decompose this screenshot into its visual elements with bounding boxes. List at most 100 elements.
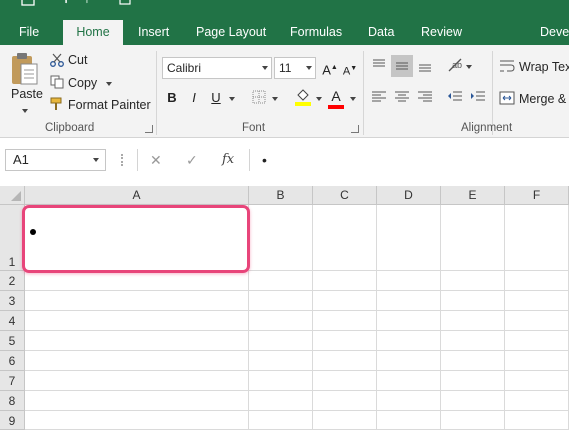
cell[interactable] (25, 391, 249, 411)
cell[interactable] (505, 331, 569, 351)
paste-button[interactable]: Paste (11, 87, 43, 101)
clipboard-launcher-icon[interactable] (145, 125, 153, 133)
cell[interactable] (377, 271, 441, 291)
cell[interactable] (505, 311, 569, 331)
font-size-select[interactable]: 11 (274, 57, 316, 79)
cell[interactable] (313, 271, 377, 291)
save-icon[interactable] (21, 0, 35, 6)
font-name-select[interactable]: Calibri (162, 57, 272, 79)
cell[interactable] (25, 291, 249, 311)
cell[interactable] (313, 291, 377, 311)
bold-button[interactable]: B (164, 89, 180, 107)
cell[interactable] (313, 411, 377, 430)
cell[interactable] (25, 351, 249, 371)
cell[interactable] (313, 391, 377, 411)
tab-data[interactable]: Data (368, 20, 394, 45)
cell[interactable] (441, 411, 505, 430)
cell[interactable] (441, 311, 505, 331)
paste-icon[interactable] (10, 52, 40, 88)
column-header-a[interactable]: A (25, 186, 249, 205)
copy-button[interactable]: Copy (68, 76, 97, 90)
tab-home[interactable]: Home (63, 20, 123, 46)
font-color-dropdown-icon[interactable] (350, 97, 356, 101)
tab-review[interactable]: Review (421, 20, 462, 45)
row-header-5[interactable]: 5 (0, 331, 25, 351)
cell[interactable] (313, 311, 377, 331)
cell[interactable] (377, 291, 441, 311)
cell[interactable] (25, 371, 249, 391)
row-header-1[interactable]: 1 (0, 205, 25, 271)
row-header-9[interactable]: 9 (0, 411, 25, 430)
cell-a1[interactable] (25, 205, 249, 271)
redo-icon[interactable] (84, 0, 100, 6)
cell[interactable] (441, 271, 505, 291)
formula-input[interactable]: • (249, 149, 569, 171)
print-preview-icon[interactable] (118, 0, 132, 6)
cell[interactable] (441, 371, 505, 391)
cut-button[interactable]: Cut (68, 53, 87, 67)
fill-color-dropdown-icon[interactable] (316, 97, 322, 101)
align-top-icon[interactable] (371, 57, 387, 73)
enter-icon[interactable]: ✓ (186, 149, 198, 171)
font-color-icon[interactable]: A (328, 87, 344, 105)
cell[interactable] (249, 351, 313, 371)
cell[interactable] (313, 371, 377, 391)
tab-file[interactable]: File (19, 20, 39, 45)
select-all-button[interactable] (0, 186, 25, 205)
column-header-d[interactable]: D (377, 186, 441, 205)
increase-indent-icon[interactable] (470, 90, 486, 104)
cell[interactable] (377, 351, 441, 371)
cell[interactable] (441, 291, 505, 311)
cell[interactable] (249, 291, 313, 311)
align-left-icon[interactable] (371, 90, 387, 104)
cell[interactable] (25, 271, 249, 291)
font-launcher-icon[interactable] (351, 125, 359, 133)
cell[interactable] (377, 371, 441, 391)
row-header-4[interactable]: 4 (0, 311, 25, 331)
name-box[interactable]: A1 (5, 149, 106, 171)
row-header-8[interactable]: 8 (0, 391, 25, 411)
cell[interactable] (377, 411, 441, 430)
decrease-indent-icon[interactable] (447, 90, 463, 104)
decrease-font-icon[interactable]: A▼ (342, 60, 358, 78)
column-header-b[interactable]: B (249, 186, 313, 205)
cell[interactable] (505, 371, 569, 391)
cell[interactable] (249, 205, 313, 271)
cell[interactable] (377, 205, 441, 271)
align-bottom-icon[interactable] (417, 57, 433, 73)
cell[interactable] (313, 331, 377, 351)
italic-button[interactable]: I (186, 89, 202, 107)
align-center-icon[interactable] (394, 90, 410, 104)
column-header-f[interactable]: F (505, 186, 569, 205)
cell[interactable] (505, 411, 569, 430)
cell[interactable] (313, 351, 377, 371)
cell[interactable] (249, 271, 313, 291)
wrap-text-button[interactable]: Wrap Text (519, 60, 569, 74)
column-header-e[interactable]: E (441, 186, 505, 205)
cell[interactable] (377, 391, 441, 411)
cell[interactable] (249, 371, 313, 391)
cell[interactable] (377, 311, 441, 331)
cell[interactable] (441, 391, 505, 411)
cell[interactable] (249, 311, 313, 331)
cancel-icon[interactable]: ✕ (150, 149, 162, 171)
tab-insert[interactable]: Insert (138, 20, 169, 45)
row-header-6[interactable]: 6 (0, 351, 25, 371)
cell[interactable] (25, 331, 249, 351)
cell[interactable] (441, 331, 505, 351)
merge-center-button[interactable]: Merge & (519, 92, 566, 106)
cell[interactable] (505, 205, 569, 271)
cell[interactable] (441, 351, 505, 371)
tab-formulas[interactable]: Formulas (290, 20, 342, 45)
borders-icon[interactable] (252, 90, 266, 104)
borders-dropdown-icon[interactable] (272, 97, 278, 101)
cell[interactable] (505, 291, 569, 311)
cell[interactable] (249, 391, 313, 411)
orientation-icon[interactable]: ab (447, 57, 467, 73)
align-right-icon[interactable] (417, 90, 433, 104)
copy-dropdown-icon[interactable] (106, 82, 112, 86)
undo-icon[interactable] (53, 0, 69, 6)
cell[interactable] (313, 205, 377, 271)
format-painter-button[interactable]: Format Painter (68, 98, 151, 112)
increase-font-icon[interactable]: A▲ (322, 59, 338, 77)
